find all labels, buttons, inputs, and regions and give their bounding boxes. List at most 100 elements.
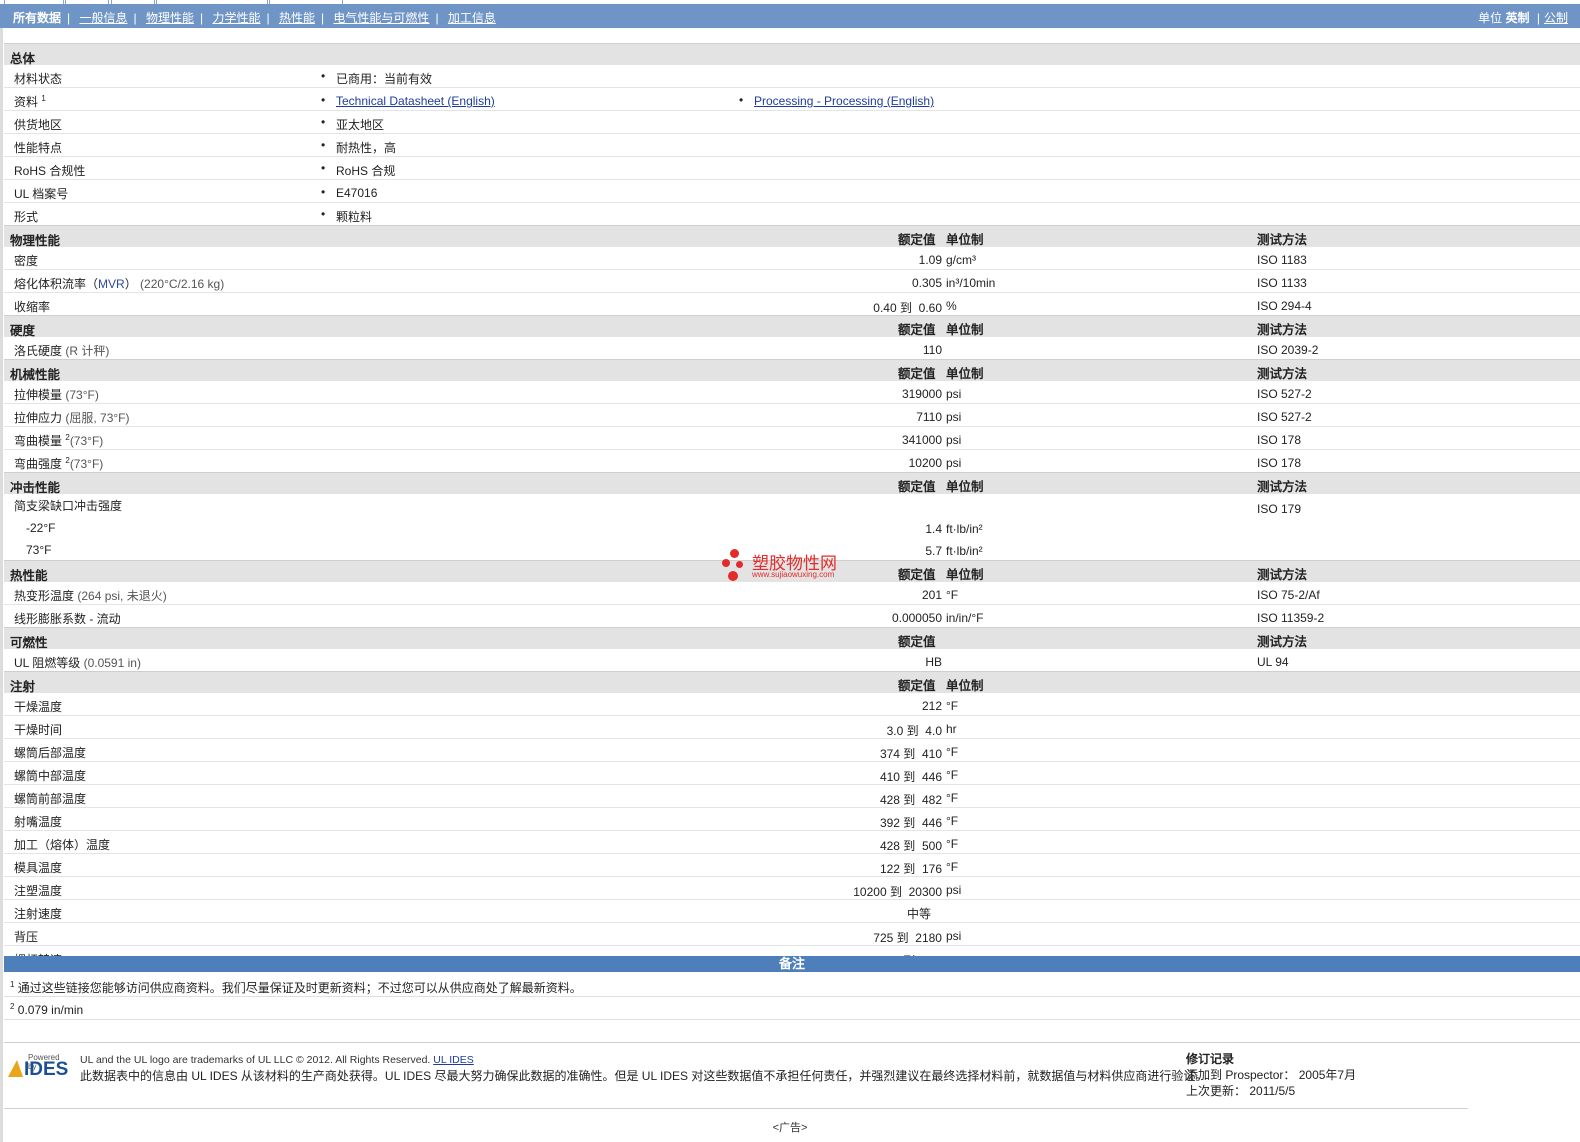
ad-placeholder: <广告>	[772, 1122, 808, 1134]
tab-physical[interactable]: 物理性能	[146, 11, 194, 25]
header-unit: 单位制	[946, 480, 984, 494]
row-flexural-modulus: 弯曲模量 2(73°F) 341000 psi ISO 178	[4, 427, 1580, 450]
row-method: ISO 1183	[1257, 253, 1307, 267]
header-method: 测试方法	[1257, 480, 1308, 494]
row-label: 射嘴温度	[14, 815, 63, 829]
section-mechanical: 机械性能 额定值 单位制 测试方法	[4, 359, 1580, 382]
header-nominal: 额定值	[898, 635, 936, 649]
row-unit: psi	[946, 929, 962, 943]
tab-thermal[interactable]: 热性能	[279, 11, 315, 25]
footer-divider	[4, 1108, 1468, 1109]
row-label: 熔化体积流率（MVR） (220°C/2.16 kg)	[14, 277, 225, 291]
row-label: 干燥时间	[14, 723, 63, 737]
note-1: 1 通过这些链接您能够访问供应商资料。我们尽量保证及时更新资料；不过您可以从供应…	[10, 980, 582, 995]
tab-electrical-flammability[interactable]: 电气性能与可燃性	[333, 11, 429, 25]
section-impact: 冲击性能 额定值 单位制 测试方法	[4, 472, 1580, 495]
row-label: 干燥温度	[14, 700, 63, 714]
injection-rows: 干燥温度 212 °F 干燥时间 3.0 到 4.0 hr 螺筒后部温度 374 到 41…	[4, 693, 1580, 969]
revision-history: 修订记录 添加到 Prospector： 2005年7月 上次更新： 2011/…	[1186, 1051, 1356, 1099]
row-ul94: UL 阻燃等级 (0.0591 in) HB UL 94	[4, 649, 1580, 671]
row-back-pressure: 背压 725 到 2180 psi	[4, 923, 1580, 946]
row-value: 725 到 2180	[873, 931, 942, 945]
row-value: 0.000050	[891, 611, 942, 625]
row-shrinkage: 收缩率 0.40 到 0.60 % ISO 294-4	[4, 293, 1580, 315]
row-value: 201	[921, 588, 942, 602]
row-label: 供货地区	[14, 118, 63, 132]
row-label: 拉伸应力 (屈服, 73°F)	[14, 411, 130, 425]
revision-updated: 上次更新： 2011/5/5	[1186, 1084, 1296, 1098]
row-clte: 线形膨胀系数 - 流动 0.000050 in/in/°F ISO 11359-…	[4, 605, 1580, 627]
header-unit: 单位制	[946, 233, 984, 247]
row-rockwell: 洛氏硬度 (R 计秤) 110 ISO 2039-2	[4, 337, 1580, 359]
ul-ides-link[interactable]: UL IDES	[433, 1054, 473, 1066]
row-label: 注塑温度	[14, 884, 63, 898]
tab-processing[interactable]: 加工信息	[448, 11, 496, 25]
header-method: 测试方法	[1257, 568, 1308, 582]
row-label: 简支梁缺口冲击强度	[14, 499, 123, 513]
row-value: 0.305	[911, 276, 942, 290]
literature-item-2: Processing - Processing (English)	[739, 93, 934, 108]
row-method: ISO 178	[1257, 433, 1302, 447]
row-unit: psi	[946, 883, 962, 897]
row-tensile-stress: 拉伸应力 (屈服, 73°F) 7110 psi ISO 527-2	[4, 404, 1580, 427]
row-value: 341000	[901, 433, 942, 447]
row-label: 拉伸模量 (73°F)	[14, 388, 99, 402]
row-value: 亚太地区	[321, 115, 384, 133]
section-physical: 物理性能 额定值 单位制 测试方法	[4, 225, 1580, 248]
row-method: ISO 1133	[1257, 276, 1307, 290]
row-ul-file: UL 档案号 E47016	[4, 180, 1580, 203]
units-english[interactable]: 英制	[1506, 11, 1530, 25]
header-nominal: 额定值	[898, 233, 936, 247]
row-method: ISO 527-2	[1257, 410, 1312, 424]
row-unit: in³/10min	[946, 276, 996, 290]
row-unit: °F	[946, 768, 959, 782]
row-label: 性能特点	[14, 141, 63, 155]
row-label: 形式	[14, 210, 39, 224]
row-unit: %	[946, 299, 957, 313]
row-value: 374 到 410	[879, 747, 942, 761]
trademark-line: UL and the UL logo are trademarks of UL …	[80, 1054, 474, 1066]
tab-mechanical[interactable]: 力学性能	[212, 11, 260, 25]
units-metric-link[interactable]: 公制	[1544, 11, 1568, 25]
row-value: 已商用：当前有效	[321, 69, 432, 87]
tab-all-data[interactable]: 所有数据	[13, 11, 61, 25]
processing-link[interactable]: Processing - Processing (English)	[754, 94, 934, 108]
row-value: 428 到 500	[879, 839, 942, 853]
row-label: 背压	[14, 930, 39, 944]
row-unit: °F	[946, 814, 959, 828]
row-unit: °F	[946, 837, 959, 851]
row-value: 319000	[901, 387, 942, 401]
row-form: 形式 颗粒料	[4, 203, 1580, 225]
header-unit: 单位制	[946, 367, 984, 381]
row-mvr: 熔化体积流率（MVR） (220°C/2.16 kg) 0.305 in³/10…	[4, 270, 1580, 293]
row-value: E47016	[321, 185, 378, 200]
units-label: 单位	[1478, 11, 1503, 25]
row-injection-speed: 注射速度 中等	[4, 900, 1580, 923]
row-unit: °F	[946, 588, 959, 602]
row-label: 螺筒前部温度	[14, 792, 87, 806]
row-unit: ft·lb/in²	[946, 544, 983, 558]
row-unit: ft·lb/in²	[946, 522, 983, 536]
literature-item-1: Technical Datasheet (English)	[321, 93, 495, 108]
row-method: UL 94	[1257, 655, 1289, 669]
left-border	[0, 28, 3, 1142]
note-2: 2 0.079 in/min	[10, 1002, 84, 1017]
footer-divider	[4, 1042, 1580, 1043]
ides-logo[interactable]: Powered by IDES	[8, 1053, 70, 1081]
row-label: 73°F	[26, 543, 52, 557]
row-hdt: 热变形温度 (264 psi, 未退火) 201 °F ISO 75-2/Af	[4, 582, 1580, 605]
disclaimer-line: 此数据表中的信息由 UL IDES 从该材料的生产商处获得。UL IDES 尽最…	[80, 1069, 1208, 1083]
row-injection-pressure: 注塑温度 10200 到 20300 psi	[4, 877, 1580, 900]
header-unit: 单位制	[946, 679, 984, 693]
row-method: ISO 2039-2	[1257, 343, 1319, 357]
tab-general-info[interactable]: 一般信息	[79, 11, 127, 25]
row-label: 收缩率	[14, 300, 51, 314]
header-method: 测试方法	[1257, 233, 1308, 247]
header-method: 测试方法	[1257, 635, 1308, 649]
row-unit: psi	[946, 456, 962, 470]
row-value: 428 到 482	[879, 793, 942, 807]
header-nominal: 额定值	[898, 323, 936, 337]
row-melt-temp: 加工（熔体）温度 428 到 500 °F	[4, 831, 1580, 854]
technical-datasheet-link[interactable]: Technical Datasheet (English)	[336, 94, 495, 108]
row-value: 110	[922, 343, 942, 357]
